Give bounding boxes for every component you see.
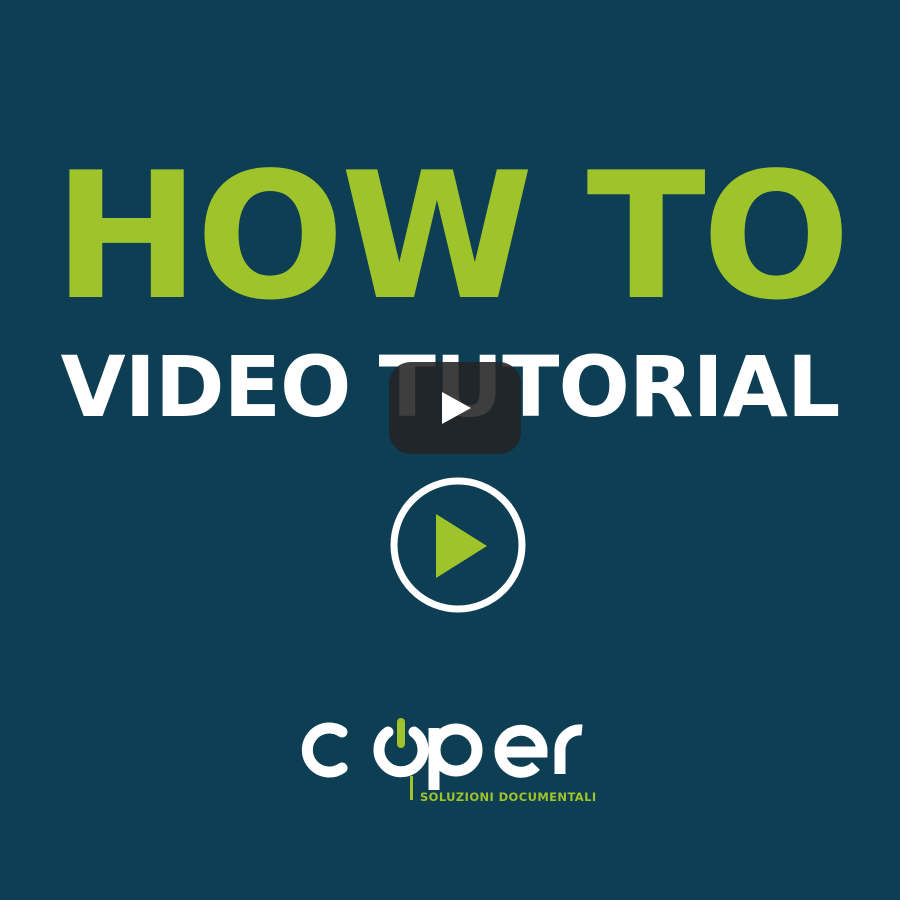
circle-play-button[interactable]	[389, 476, 529, 616]
headline-how-to: HOW TO	[53, 136, 850, 339]
circle-play-icon	[390, 477, 526, 613]
coper-logo: SOLUZIONI DOCUMENTALI	[290, 700, 630, 810]
youtube-play-icon	[442, 392, 471, 424]
logo-accent-bar	[410, 776, 413, 800]
video-play-button[interactable]	[389, 362, 521, 454]
coper-logo-mark	[301, 718, 583, 790]
logo-tagline: SOLUZIONI DOCUMENTALI	[420, 790, 597, 804]
